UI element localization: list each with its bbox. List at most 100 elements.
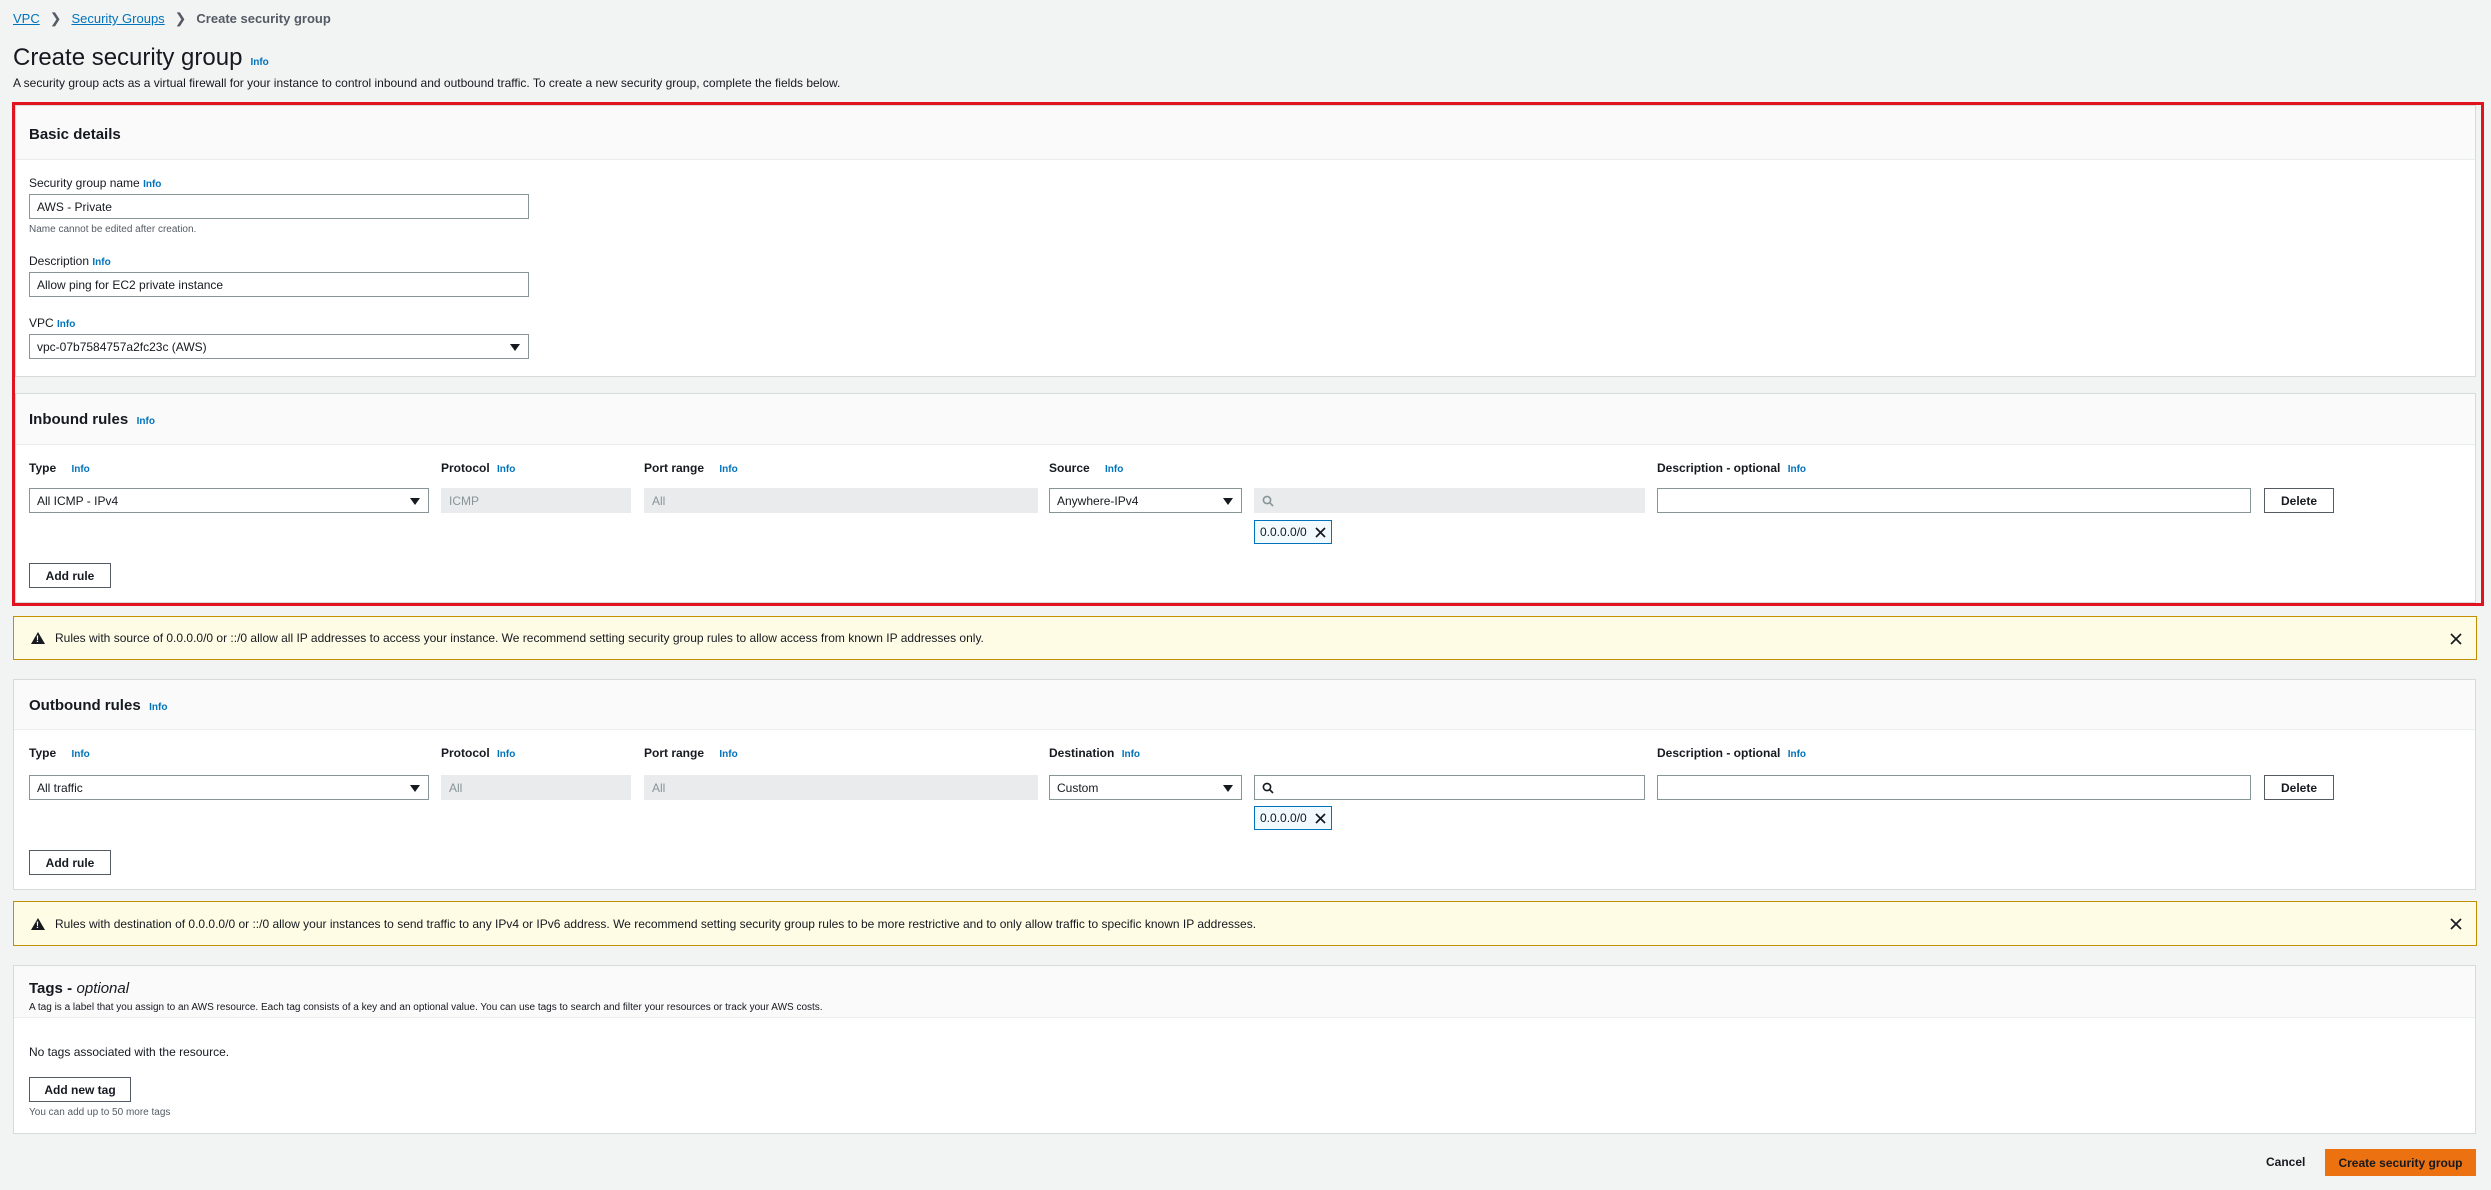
outbound-warning-alert: Rules with destination of 0.0.0.0/0 or :… — [13, 901, 2477, 946]
inbound-warning-text: Rules with source of 0.0.0.0/0 or ::/0 a… — [55, 631, 984, 645]
outbound-destination-info-link[interactable]: Info — [1122, 749, 1140, 760]
outbound-port-value: All — [652, 780, 666, 795]
outbound-type-header-text: Type — [29, 746, 57, 760]
inbound-description-header: Description - optional Info — [1657, 461, 1806, 475]
outbound-port-info-link[interactable]: Info — [719, 749, 737, 760]
chevron-right-icon: ❯ — [49, 10, 62, 26]
outbound-port-header: Port range Info — [644, 746, 738, 760]
inbound-source-select[interactable]: Anywhere-IPv4 — [1049, 488, 1242, 513]
outbound-info-link[interactable]: Info — [149, 702, 167, 713]
inbound-cidr-token-text: 0.0.0.0/0 — [1260, 525, 1307, 539]
description-value: Allow ping for EC2 private instance — [37, 277, 224, 292]
inbound-description-info-link[interactable]: Info — [1788, 464, 1806, 475]
outbound-rules-panel: Outbound rules Info Type Info Protocol I… — [13, 679, 2476, 890]
chevron-right-icon: ❯ — [174, 10, 187, 26]
inbound-delete-button[interactable]: Delete — [2264, 488, 2334, 513]
basic-details-panel: Basic details Security group name Info A… — [15, 105, 2476, 377]
inbound-type-info-link[interactable]: Info — [71, 464, 89, 475]
caret-down-icon — [1223, 785, 1233, 792]
vpc-select[interactable]: vpc-07b7584757a2fc23c (AWS) — [29, 334, 529, 359]
inbound-description-header-text: Description - optional — [1657, 461, 1781, 475]
inbound-rules-heading: Inbound rules — [29, 411, 129, 428]
inbound-port-info-link[interactable]: Info — [719, 464, 737, 475]
tags-heading-optional: optional — [76, 980, 130, 997]
search-icon — [1262, 495, 1274, 507]
inbound-type-header: Type Info — [29, 461, 90, 475]
inbound-port-value: All — [652, 493, 666, 508]
name-info-link[interactable]: Info — [143, 179, 161, 190]
page-info-link[interactable]: Info — [250, 57, 268, 68]
page-title: Create security group — [13, 44, 243, 71]
vpc-info-link[interactable]: Info — [57, 319, 75, 330]
outbound-cidr-token: 0.0.0.0/0 — [1254, 806, 1332, 830]
cancel-button[interactable]: Cancel — [2266, 1155, 2305, 1169]
outbound-type-select[interactable]: All traffic — [29, 775, 429, 800]
description-info-link[interactable]: Info — [92, 257, 110, 268]
page-header: Create security group Info — [13, 44, 269, 72]
search-icon — [1262, 782, 1274, 794]
caret-down-icon — [410, 498, 420, 505]
inbound-port-header: Port range Info — [644, 461, 738, 475]
inbound-info-link[interactable]: Info — [137, 416, 155, 427]
inbound-add-rule-button[interactable]: Add rule — [29, 563, 111, 588]
inbound-source-value: Anywhere-IPv4 — [1057, 493, 1139, 508]
tags-panel: Tags - optional A tag is a label that yo… — [13, 965, 2476, 1134]
inbound-description-input[interactable] — [1657, 488, 2251, 513]
outbound-add-rule-button[interactable]: Add rule — [29, 850, 111, 875]
outbound-destination-header: Destination Info — [1049, 746, 1140, 760]
inbound-port-header-text: Port range — [644, 461, 705, 475]
inbound-protocol-info-link[interactable]: Info — [497, 464, 515, 475]
breadcrumb-vpc-link[interactable]: VPC — [13, 11, 40, 26]
vpc-label: VPC Info — [29, 316, 75, 330]
vpc-label-text: VPC — [29, 316, 54, 330]
outbound-description-input[interactable] — [1657, 775, 2251, 800]
description-input[interactable]: Allow ping for EC2 private instance — [29, 272, 529, 297]
outbound-type-value: All traffic — [37, 780, 83, 795]
inbound-type-value: All ICMP - IPv4 — [37, 493, 119, 508]
inbound-type-select[interactable]: All ICMP - IPv4 — [29, 488, 429, 513]
name-label-text: Security group name — [29, 176, 140, 190]
inbound-source-info-link[interactable]: Info — [1105, 464, 1123, 475]
inbound-type-header-text: Type — [29, 461, 57, 475]
caret-down-icon — [1223, 498, 1233, 505]
inbound-rules-panel: Inbound rules Info Type Info Protocol In… — [15, 393, 2476, 603]
outbound-protocol-info-link[interactable]: Info — [497, 749, 515, 760]
page-description: A security group acts as a virtual firew… — [13, 76, 841, 90]
outbound-description-header: Description - optional Info — [1657, 746, 1806, 760]
inbound-protocol-header: Protocol Info — [441, 461, 515, 475]
outbound-description-header-text: Description - optional — [1657, 746, 1781, 760]
close-icon[interactable] — [1315, 812, 1326, 824]
outbound-type-info-link[interactable]: Info — [71, 749, 89, 760]
outbound-protocol-input: All — [441, 775, 631, 800]
create-security-group-button[interactable]: Create security group — [2325, 1149, 2476, 1176]
outbound-cidr-token-text: 0.0.0.0/0 — [1260, 811, 1307, 825]
inbound-port-input: All — [644, 488, 1038, 513]
breadcrumb-security-groups-link[interactable]: Security Groups — [71, 11, 164, 26]
close-icon[interactable] — [1315, 526, 1326, 538]
outbound-cidr-search[interactable] — [1254, 775, 1645, 800]
breadcrumb: VPC ❯ Security Groups ❯ Create security … — [13, 10, 331, 27]
inbound-cidr-search — [1254, 488, 1645, 513]
tags-header: Tags - optional A tag is a label that yo… — [14, 966, 2475, 1018]
outbound-port-header-text: Port range — [644, 746, 705, 760]
outbound-destination-value: Custom — [1057, 780, 1099, 795]
warning-icon — [31, 917, 45, 930]
vpc-value: vpc-07b7584757a2fc23c (AWS) — [37, 339, 207, 354]
inbound-protocol-input: ICMP — [441, 488, 631, 513]
tags-heading: Tags - optional — [29, 980, 2475, 998]
add-new-tag-button[interactable]: Add new tag — [29, 1077, 131, 1102]
outbound-delete-button[interactable]: Delete — [2264, 775, 2334, 800]
outbound-protocol-value: All — [449, 780, 463, 795]
caret-down-icon — [510, 344, 520, 351]
outbound-destination-select[interactable]: Custom — [1049, 775, 1242, 800]
close-icon[interactable] — [2450, 633, 2462, 645]
outbound-description-info-link[interactable]: Info — [1788, 749, 1806, 760]
outbound-protocol-header: Protocol Info — [441, 746, 515, 760]
security-group-name-input[interactable]: AWS - Private — [29, 194, 529, 219]
close-icon[interactable] — [2450, 918, 2462, 930]
outbound-destination-header-text: Destination — [1049, 746, 1115, 760]
basic-details-header: Basic details — [16, 106, 2475, 160]
outbound-rules-header: Outbound rules Info — [14, 680, 2475, 730]
outbound-port-input: All — [644, 775, 1038, 800]
inbound-cidr-token: 0.0.0.0/0 — [1254, 520, 1332, 544]
